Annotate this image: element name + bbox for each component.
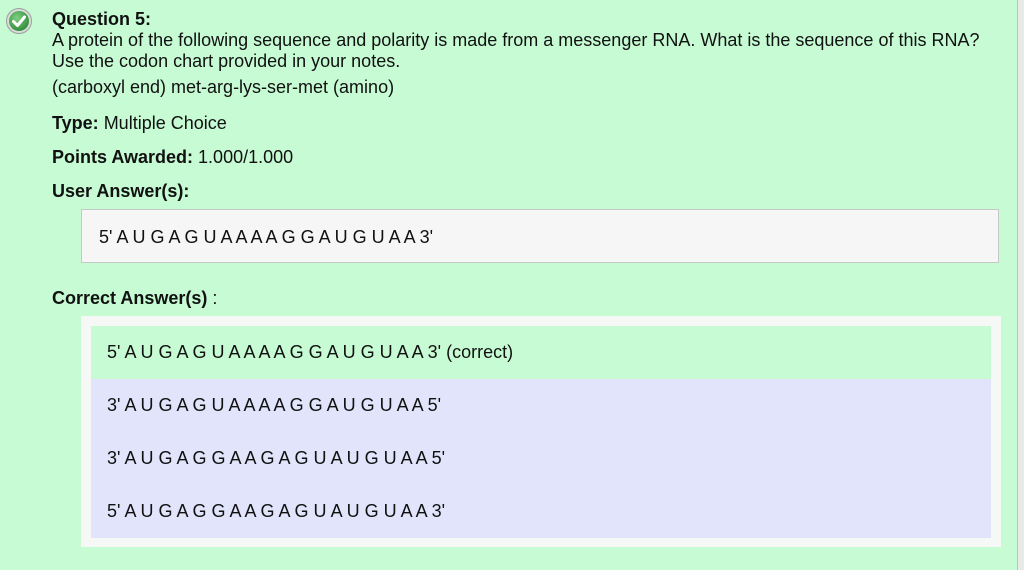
points-label: Points Awarded: <box>52 147 194 167</box>
answer-options-frame: 5' A U G A G U A A A A G G A U G U A A 3… <box>81 316 1001 547</box>
question-block: Question 5: A protein of the following s… <box>52 8 1002 98</box>
check-circle-icon <box>6 8 32 34</box>
correct-answers-colon: : <box>212 288 218 308</box>
user-answer-box: 5' A U G A G U A A A A G G A U G U A A 3… <box>81 209 999 263</box>
points-value: 1.000/1.000 <box>198 147 294 167</box>
answer-option-3: 3' A U G A G G A A G A G U A U G U A A 5… <box>91 432 991 485</box>
answer-options-list: 5' A U G A G U A A A A G G A U G U A A 3… <box>91 326 991 538</box>
points-row: Points Awarded: 1.000/1.000 <box>52 146 293 168</box>
user-answers-label: User Answer(s): <box>52 181 190 201</box>
panel-right-border <box>1017 0 1024 570</box>
answer-option-4: 5' A U G A G G A A G A G U A U G U A A 3… <box>91 485 991 538</box>
correct-answers-label: Correct Answer(s) <box>52 288 208 308</box>
question-sequence: (carboxyl end) met-arg-lys-ser-met (amin… <box>52 77 395 97</box>
correct-answers-heading: Correct Answer(s) : <box>52 287 217 309</box>
user-answer-text: 5' A U G A G U A A A A G G A U G U A A 3… <box>99 227 434 247</box>
type-row: Type: Multiple Choice <box>52 112 227 134</box>
answer-option-2: 3' A U G A G U A A A A G G A U G U A A 5… <box>91 379 991 432</box>
type-label: Type: <box>52 113 99 133</box>
answer-option-1: 5' A U G A G U A A A A G G A U G U A A 3… <box>91 326 991 379</box>
type-value: Multiple Choice <box>103 113 227 133</box>
question-text: A protein of the following sequence and … <box>52 30 980 71</box>
question-title: Question 5: <box>52 9 152 29</box>
user-answers-heading: User Answer(s): <box>52 180 189 202</box>
